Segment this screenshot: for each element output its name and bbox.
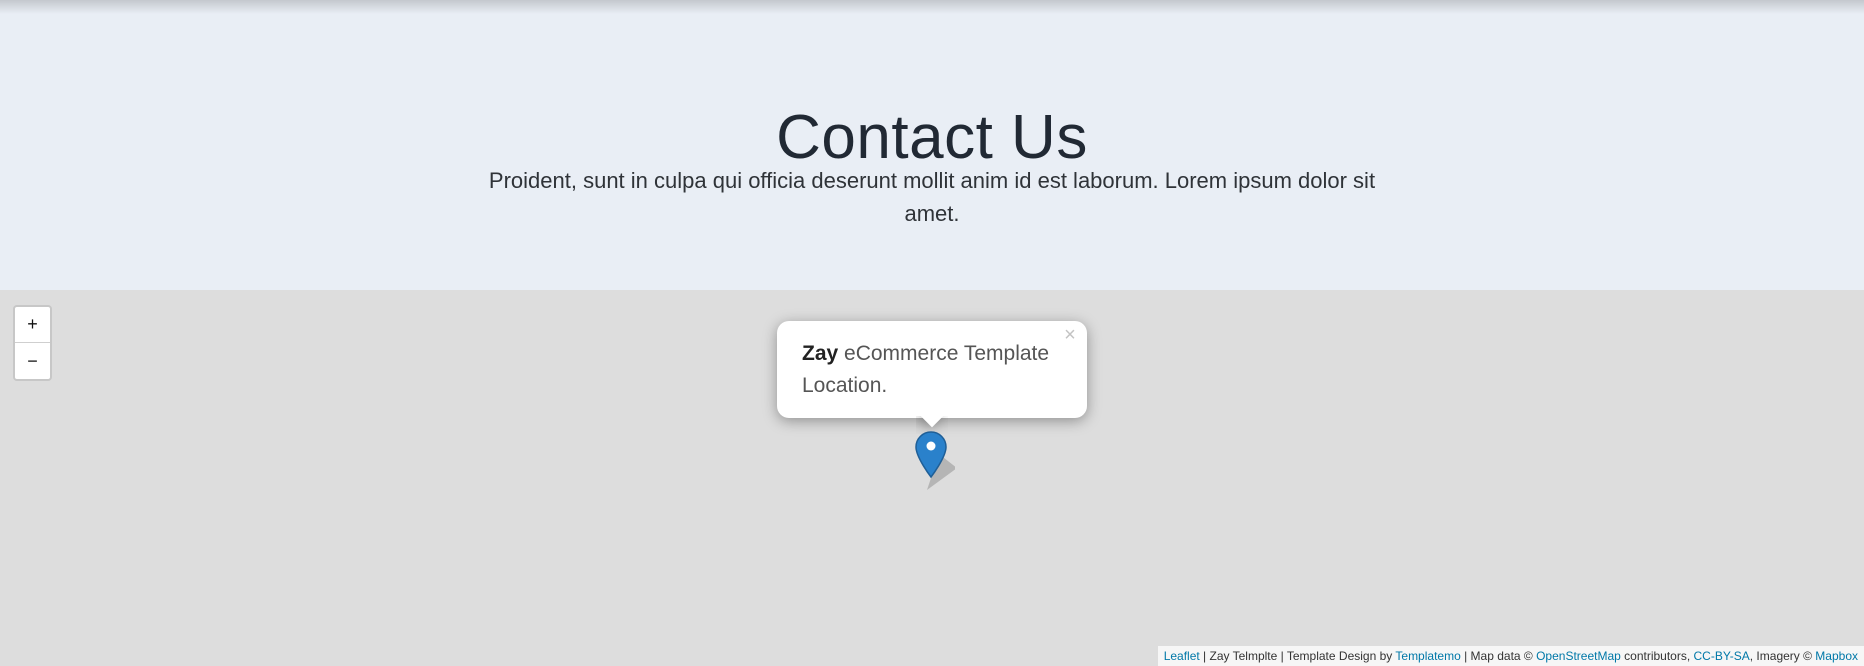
templatemo-link[interactable]: Templatemo — [1395, 649, 1460, 663]
popup-location-text: eCommerce Template Location. — [802, 342, 1050, 397]
zoom-in-button[interactable]: + — [15, 307, 50, 343]
leaflet-link[interactable]: Leaflet — [1164, 649, 1200, 663]
popup-content: Zay eCommerce Template Location. — [802, 338, 1072, 402]
marker-dot — [926, 441, 936, 451]
zoom-control: + − — [13, 305, 52, 381]
zoom-out-button[interactable]: − — [15, 343, 50, 379]
close-icon[interactable]: × — [1060, 325, 1080, 345]
mapbox-link[interactable]: Mapbox — [1815, 649, 1858, 663]
popup-brand: Zay — [802, 342, 839, 365]
ccbysa-link[interactable]: CC-BY-SA — [1694, 649, 1750, 663]
map-attribution: Leaflet | Zay Telmplte | Template Design… — [1157, 646, 1864, 666]
marker-svg — [915, 431, 957, 490]
openstreetmap-link[interactable]: OpenStreetMap — [1536, 649, 1621, 663]
map-popup: Zay eCommerce Template Location. × — [777, 321, 1087, 418]
location-pin-icon[interactable] — [915, 428, 957, 492]
attribution-text-2: | Map data © — [1460, 649, 1537, 663]
attribution-text-3: contributors, — [1620, 649, 1694, 663]
location-map[interactable]: + − Zay eCommerce Template Location. × L… — [0, 290, 1864, 666]
page-subtitle: Proident, sunt in culpa qui officia dese… — [488, 168, 1376, 226]
attribution-text-4: , Imagery © — [1749, 649, 1816, 663]
contact-hero: Contact Us Proident, sunt in culpa qui o… — [0, 0, 1864, 290]
attribution-text-1: | Zay Telmplte | Template Design by — [1199, 649, 1396, 663]
